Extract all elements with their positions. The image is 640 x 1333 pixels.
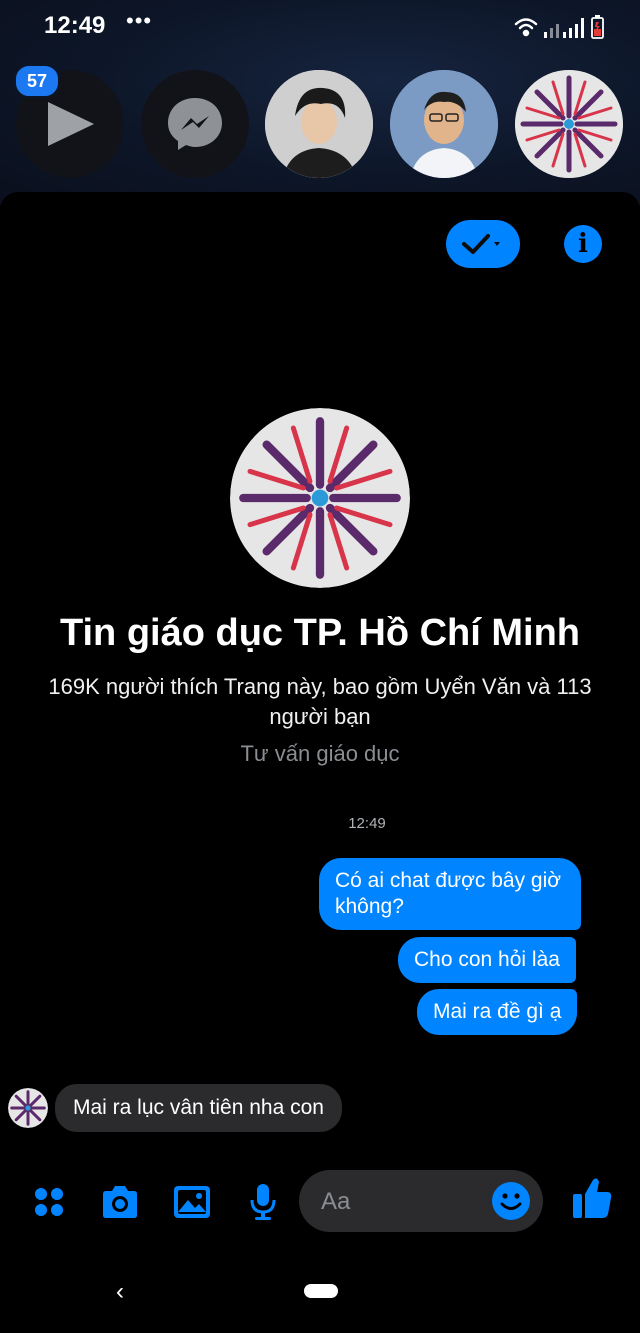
voice-button[interactable] — [241, 1180, 285, 1224]
page-profile-avatar[interactable] — [230, 408, 410, 588]
message-input[interactable] — [319, 1186, 483, 1218]
outgoing-message[interactable]: Mai ra đề gì ạ — [417, 989, 578, 1035]
check-icon — [462, 234, 500, 254]
incoming-message[interactable]: Mai ra lục vân tiên nha con — [55, 1084, 342, 1132]
info-icon: i — [578, 229, 588, 259]
story-avatar-1[interactable] — [265, 70, 373, 178]
signal-icon — [544, 18, 584, 38]
story-count-badge: 57 — [14, 64, 60, 98]
person-photo-icon — [390, 70, 498, 178]
gallery-icon — [174, 1186, 210, 1218]
page-title: Tin giáo dục TP. Hồ Chí Minh — [59, 612, 581, 654]
story-avatar-2[interactable] — [390, 70, 498, 178]
mandala-logo-icon — [515, 70, 623, 178]
apps-button[interactable] — [27, 1180, 71, 1224]
like-thumb-icon — [573, 1178, 612, 1218]
gallery-button[interactable] — [170, 1180, 214, 1224]
message-composer[interactable] — [299, 1170, 543, 1232]
battery-icon — [591, 15, 604, 39]
outgoing-message[interactable]: Cho con hỏi làa — [398, 937, 576, 983]
info-button[interactable]: i — [564, 225, 602, 263]
camera-icon — [103, 1186, 137, 1218]
wifi-icon — [514, 18, 538, 37]
page-likes-summary: 169K người thích Trang này, bao gồm Uyển… — [48, 674, 592, 729]
mandala-logo-icon — [8, 1088, 48, 1128]
mandala-logo-icon — [230, 408, 410, 588]
microphone-icon — [250, 1184, 276, 1220]
back-button[interactable]: ‹ — [116, 1278, 124, 1306]
apps-icon — [35, 1188, 63, 1216]
sender-avatar[interactable] — [8, 1088, 48, 1128]
person-photo-icon — [265, 70, 373, 178]
emoji-button[interactable] — [491, 1181, 531, 1221]
status-time: 12:49 — [44, 12, 106, 39]
page-category: Tư vấn giáo dục — [240, 741, 400, 766]
message-timestamp: 12:49 — [348, 815, 386, 832]
story-messenger-button[interactable] — [141, 70, 249, 178]
camera-button[interactable] — [98, 1180, 142, 1224]
mark-done-button[interactable] — [446, 220, 520, 268]
emoji-icon — [492, 1182, 530, 1220]
home-pill[interactable] — [304, 1284, 338, 1298]
outgoing-message[interactable]: Có ai chat được bây giờ không? — [319, 858, 581, 930]
status-icons — [514, 15, 604, 39]
story-avatar-page[interactable] — [515, 70, 623, 178]
like-button[interactable] — [570, 1176, 614, 1220]
messenger-icon — [168, 98, 222, 150]
back-icon: ‹ — [116, 1278, 124, 1305]
status-more-dots: ••• — [126, 8, 153, 33]
